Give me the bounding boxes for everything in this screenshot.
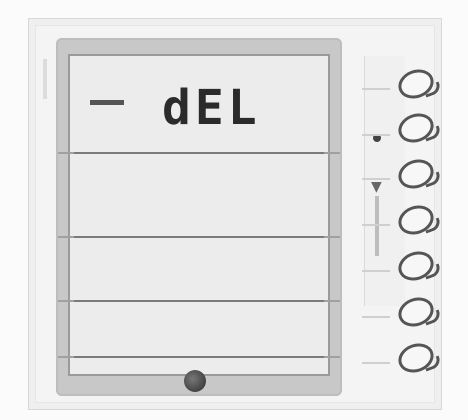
minus-segment xyxy=(90,100,124,105)
side-button-3[interactable] xyxy=(390,154,443,194)
lcd-text: dEL xyxy=(162,80,261,136)
down-arrow-icon: ▼ xyxy=(371,179,382,195)
dial-knob[interactable] xyxy=(184,370,206,392)
lcd-divider xyxy=(58,300,340,302)
tick-mark xyxy=(58,152,74,154)
display-frame: dEL xyxy=(56,38,342,396)
button-connector xyxy=(362,316,390,318)
button-connector xyxy=(362,224,390,226)
button-connector xyxy=(362,88,390,90)
lcd-screen: dEL xyxy=(58,54,340,376)
button-connector xyxy=(362,362,390,364)
lcd-divider xyxy=(58,152,340,154)
side-button-1[interactable] xyxy=(390,64,443,104)
side-button-4[interactable] xyxy=(390,200,443,240)
side-button-7[interactable] xyxy=(390,338,443,378)
tick-mark xyxy=(324,236,340,238)
button-connector xyxy=(362,270,390,272)
lcd-divider xyxy=(58,236,340,238)
tick-mark xyxy=(324,300,340,302)
tick-mark xyxy=(58,236,74,238)
button-connector xyxy=(362,178,390,180)
tick-mark xyxy=(58,300,74,302)
side-button-5[interactable] xyxy=(390,246,443,286)
lcd-divider xyxy=(58,356,340,358)
side-button-2[interactable] xyxy=(390,108,443,148)
panel-tick xyxy=(43,59,47,99)
tick-mark xyxy=(324,356,340,358)
button-connector xyxy=(362,134,390,136)
indicator-bar xyxy=(375,196,379,256)
tick-mark xyxy=(324,152,340,154)
side-button-6[interactable] xyxy=(390,292,443,332)
tick-mark xyxy=(58,356,74,358)
